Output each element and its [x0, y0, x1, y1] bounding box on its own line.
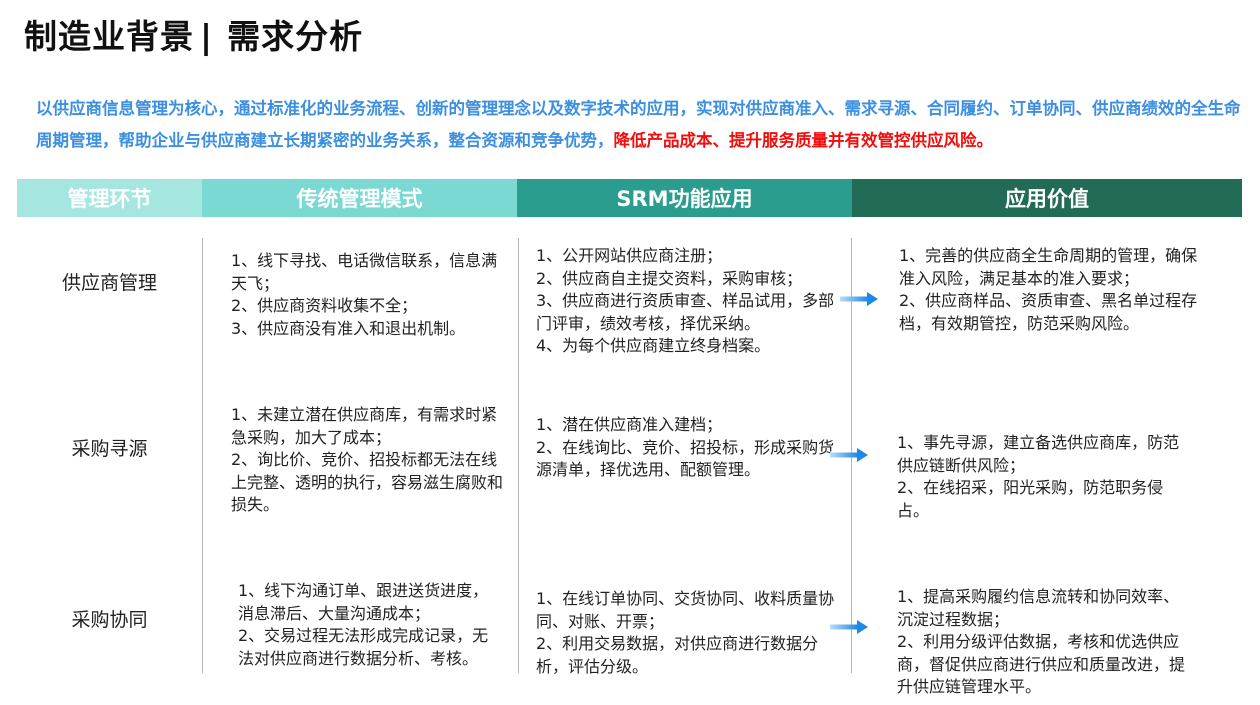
arrow-right-icon — [840, 292, 878, 306]
header-traditional: 传统管理模式 — [202, 179, 517, 217]
cell-value-collaboration: 1、提高采购履约信息流转和协同效率、沉淀过程数据； 2、利用分级评估数据，考核和… — [897, 587, 1186, 696]
cell-value-sourcing: 1、事先寻源，建立备选供应商库，防范供应链断供风险； 2、在线招采，阳光采购，防… — [897, 433, 1180, 520]
arrow-right-icon — [830, 620, 868, 634]
title-main: 制造业背景 — [24, 17, 194, 56]
row-label-sourcing: 采购寻源 — [71, 438, 148, 460]
cell-srm-collaboration: 1、在线订单协同、交货协同、收料质量协同、对账、开票； 2、利用交易数据，对供应… — [536, 589, 835, 676]
arrow-right-icon — [830, 448, 868, 462]
cell-srm-supplier: 1、公开网站供应商注册； 2、供应商自主提交资料，采购审核； 3、供应商进行资质… — [536, 246, 835, 355]
page-title: 制造业背景 | 需求分析 — [24, 10, 363, 58]
intro-highlight: 降低产品成本、提升服务质量并有效管控供应风险。 — [613, 131, 994, 150]
title-sub: 需求分析 — [227, 17, 364, 56]
cell-srm-sourcing: 1、潜在供应商准入建档； 2、在线询比、竞价、招投标，形成采购货源清单，择优选用… — [536, 415, 835, 479]
cell-traditional-supplier: 1、线下寻找、电话微信联系，信息满天飞； 2、供应商资料收集不全； 3、供应商没… — [231, 251, 498, 338]
header-srm: SRM功能应用 — [517, 179, 852, 217]
header-value: 应用价值 — [852, 179, 1242, 217]
intro-paragraph: 以供应商信息管理为核心，通过标准化的业务流程、创新的管理理念以及数字技术的应用，… — [36, 93, 1251, 157]
cell-value-supplier: 1、完善的供应商全生命周期的管理，确保准入风险，满足基本的准入要求； 2、供应商… — [899, 246, 1198, 333]
cell-traditional-sourcing: 1、未建立潜在供应商库，有需求时紧急采购，加大了成本； 2、询比价、竞价、招投标… — [231, 405, 504, 514]
column-divider — [518, 238, 519, 673]
header-stage: 管理环节 — [17, 179, 202, 217]
row-label-collaboration: 采购协同 — [71, 609, 148, 631]
column-divider — [202, 238, 203, 673]
row-label-supplier: 供应商管理 — [61, 272, 157, 294]
cell-traditional-collaboration: 1、线下沟通订单、跟进送货进度，消息滞后、大量沟通成本； 2、交易过程无法形成完… — [238, 581, 489, 668]
title-separator: | — [200, 17, 214, 56]
